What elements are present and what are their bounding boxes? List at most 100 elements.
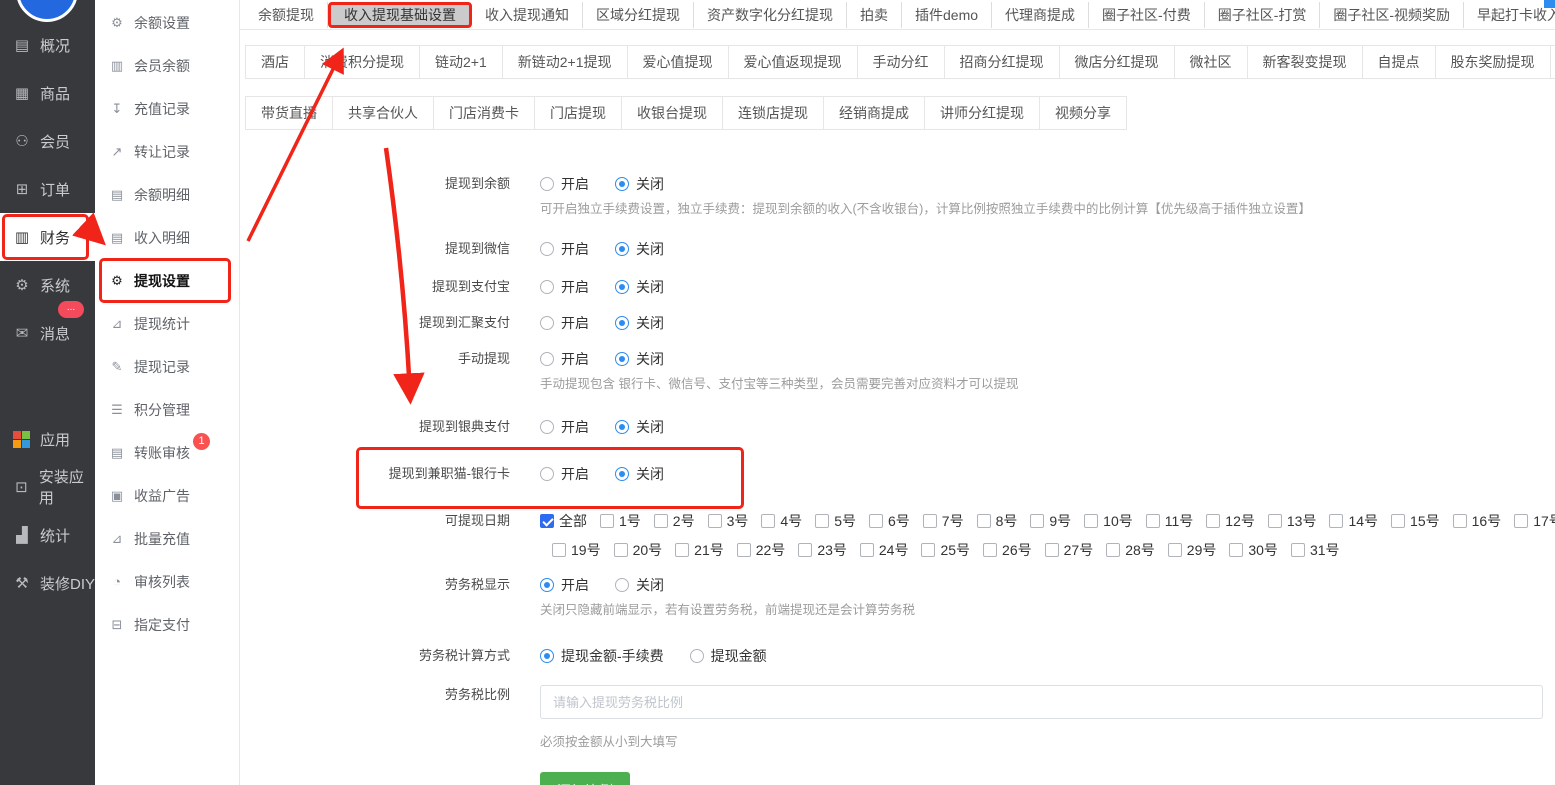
day-checkbox-23号[interactable]: 23号: [798, 540, 847, 560]
manual-withdraw-option-off[interactable]: 关闭: [615, 349, 664, 369]
tab-招商分红提现[interactable]: 招商分红提现: [945, 45, 1060, 79]
tab-视频分享[interactable]: 视频分享: [1040, 96, 1127, 130]
manual-withdraw-option-on[interactable]: 开启: [540, 349, 589, 369]
day-checkbox-31号[interactable]: 31号: [1291, 540, 1340, 560]
withdraw-to-joinpay-option-on[interactable]: 开启: [540, 313, 589, 333]
tab-圈子社区-打赏[interactable]: 圈子社区-打赏: [1205, 2, 1321, 28]
withdraw-to-jianzhimao-bankcard-option-on[interactable]: 开启: [540, 464, 589, 484]
submenu-item-withdraw-settings[interactable]: ⚙提现设置: [95, 259, 239, 302]
day-checkbox-20号[interactable]: 20号: [614, 540, 663, 560]
withdraw-to-alipay-option-off[interactable]: 关闭: [615, 277, 664, 297]
add-ratio-button[interactable]: 添加比例: [540, 772, 630, 785]
tab-资产数字化分红提现[interactable]: 资产数字化分红提现: [694, 2, 847, 28]
tab-区域分红提现[interactable]: 区域分红提现: [583, 2, 694, 28]
labor-tax-calc-method-option-on[interactable]: 提现金额-手续费: [540, 646, 664, 666]
day-checkbox-17号[interactable]: 17号: [1514, 511, 1555, 531]
day-checkbox-16号[interactable]: 16号: [1453, 511, 1502, 531]
sidebar-item-overview[interactable]: ▤概况: [0, 21, 95, 69]
tab-自提点[interactable]: 自提点: [1363, 45, 1436, 79]
labor-tax-display-option-off[interactable]: 关闭: [615, 575, 664, 595]
tab-收入提现通知[interactable]: 收入提现通知: [472, 2, 583, 28]
day-checkbox-4号[interactable]: 4号: [761, 511, 802, 531]
day-checkbox-14号[interactable]: 14号: [1329, 511, 1378, 531]
day-checkbox-all[interactable]: 全部: [540, 511, 587, 531]
submenu-item-audit-list[interactable]: ◔审核列表: [95, 560, 239, 603]
tab-收入提现基础设置[interactable]: 收入提现基础设置: [328, 2, 472, 28]
day-checkbox-24号[interactable]: 24号: [860, 540, 909, 560]
withdraw-to-balance-option-on[interactable]: 开启: [540, 174, 589, 194]
day-checkbox-2号[interactable]: 2号: [654, 511, 695, 531]
tab-微店分红提现[interactable]: 微店分红提现: [1060, 45, 1175, 79]
submenu-item-transfer-records[interactable]: ↗转让记录: [95, 130, 239, 173]
day-checkbox-26号[interactable]: 26号: [983, 540, 1032, 560]
day-checkbox-13号[interactable]: 13号: [1268, 511, 1317, 531]
withdraw-to-wechat-option-off[interactable]: 关闭: [615, 239, 664, 259]
tab-圈子社区-付费[interactable]: 圈子社区-付费: [1089, 2, 1205, 28]
tab-爱心值返现提现[interactable]: 爱心值返现提现: [729, 45, 858, 79]
tab-带货直播[interactable]: 带货直播: [245, 96, 333, 130]
tab-经销商提成[interactable]: 经销商提成: [824, 96, 925, 130]
tab-新链动2+1提现[interactable]: 新链动2+1提现: [503, 45, 628, 79]
tab-微社区[interactable]: 微社区: [1175, 45, 1248, 79]
submenu-item-transfer-audit[interactable]: ▤转账审核1: [95, 431, 239, 474]
tab-业绩奖励提现[interactable]: 业绩奖励提现: [1551, 45, 1555, 79]
sidebar-item-install-apps[interactable]: ⊡安装应用: [0, 463, 95, 511]
sidebar-item-apps[interactable]: 应用: [0, 415, 95, 463]
labor-tax-calc-method-option-off[interactable]: 提现金额: [690, 646, 767, 666]
sidebar-item-messages[interactable]: ✉消息...: [0, 309, 95, 357]
withdraw-to-wechat-option-on[interactable]: 开启: [540, 239, 589, 259]
submenu-item-withdraw-statistics[interactable]: ⊿提现统计: [95, 302, 239, 345]
day-checkbox-22号[interactable]: 22号: [737, 540, 786, 560]
submenu-item-revenue-ads[interactable]: ▣收益广告: [95, 474, 239, 517]
tab-插件demo[interactable]: 插件demo: [902, 2, 992, 28]
submenu-item-income-details[interactable]: ▤收入明细: [95, 216, 239, 259]
day-checkbox-29号[interactable]: 29号: [1168, 540, 1217, 560]
day-checkbox-12号[interactable]: 12号: [1206, 511, 1255, 531]
sidebar-item-decorate-diy[interactable]: ⚒装修DIY: [0, 559, 95, 607]
day-checkbox-11号[interactable]: 11号: [1146, 511, 1194, 531]
day-checkbox-7号[interactable]: 7号: [923, 511, 964, 531]
withdraw-to-jianzhimao-bankcard-option-off[interactable]: 关闭: [615, 464, 664, 484]
sidebar-item-finance[interactable]: ▥财务: [0, 213, 95, 261]
tab-圈子社区-视频奖励[interactable]: 圈子社区-视频奖励: [1320, 2, 1464, 28]
withdraw-to-yindian-option-on[interactable]: 开启: [540, 417, 589, 437]
submenu-item-balance-settings[interactable]: ⚙余额设置: [95, 1, 239, 44]
labor-tax-ratio-input[interactable]: [540, 685, 1543, 719]
withdraw-to-alipay-option-on[interactable]: 开启: [540, 277, 589, 297]
tab-爱心值提现[interactable]: 爱心值提现: [628, 45, 729, 79]
sidebar-item-members[interactable]: ⚇会员: [0, 117, 95, 165]
day-checkbox-28号[interactable]: 28号: [1106, 540, 1155, 560]
submenu-item-batch-recharge[interactable]: ⊿批量充值: [95, 517, 239, 560]
sidebar-item-orders[interactable]: ⊞订单: [0, 165, 95, 213]
submenu-item-balance-details[interactable]: ▤余额明细: [95, 173, 239, 216]
labor-tax-display-option-on[interactable]: 开启: [540, 575, 589, 595]
day-checkbox-25号[interactable]: 25号: [921, 540, 970, 560]
sidebar-item-system[interactable]: ⚙系统: [0, 261, 95, 309]
tab-新客裂变提现[interactable]: 新客裂变提现: [1248, 45, 1363, 79]
day-checkbox-21号[interactable]: 21号: [675, 540, 724, 560]
submenu-item-points-management[interactable]: ☰积分管理: [95, 388, 239, 431]
sidebar-item-statistics[interactable]: ▟统计: [0, 511, 95, 559]
day-checkbox-1号[interactable]: 1号: [600, 511, 641, 531]
withdraw-to-balance-option-off[interactable]: 关闭: [615, 174, 664, 194]
day-checkbox-3号[interactable]: 3号: [708, 511, 749, 531]
tab-早起打卡收入提现[interactable]: 早起打卡收入提现: [1464, 2, 1555, 28]
tab-酒店[interactable]: 酒店: [245, 45, 305, 79]
submenu-item-withdraw-records[interactable]: ✎提现记录: [95, 345, 239, 388]
day-checkbox-9号[interactable]: 9号: [1030, 511, 1071, 531]
tab-股东奖励提现[interactable]: 股东奖励提现: [1436, 45, 1551, 79]
day-checkbox-5号[interactable]: 5号: [815, 511, 856, 531]
withdraw-to-yindian-option-off[interactable]: 关闭: [615, 417, 664, 437]
sidebar-item-goods[interactable]: ▦商品: [0, 69, 95, 117]
tab-拍卖[interactable]: 拍卖: [847, 2, 902, 28]
tab-连锁店提现[interactable]: 连锁店提现: [723, 96, 824, 130]
submenu-item-recharge-records[interactable]: ↧充值记录: [95, 87, 239, 130]
tab-共享合伙人[interactable]: 共享合伙人: [333, 96, 434, 130]
tab-余额提现[interactable]: 余额提现: [245, 2, 328, 28]
day-checkbox-6号[interactable]: 6号: [869, 511, 910, 531]
withdraw-to-joinpay-option-off[interactable]: 关闭: [615, 313, 664, 333]
tab-收银台提现[interactable]: 收银台提现: [622, 96, 723, 130]
tab-讲师分红提现[interactable]: 讲师分红提现: [925, 96, 1040, 130]
day-checkbox-30号[interactable]: 30号: [1229, 540, 1278, 560]
tab-门店消费卡[interactable]: 门店消费卡: [434, 96, 535, 130]
